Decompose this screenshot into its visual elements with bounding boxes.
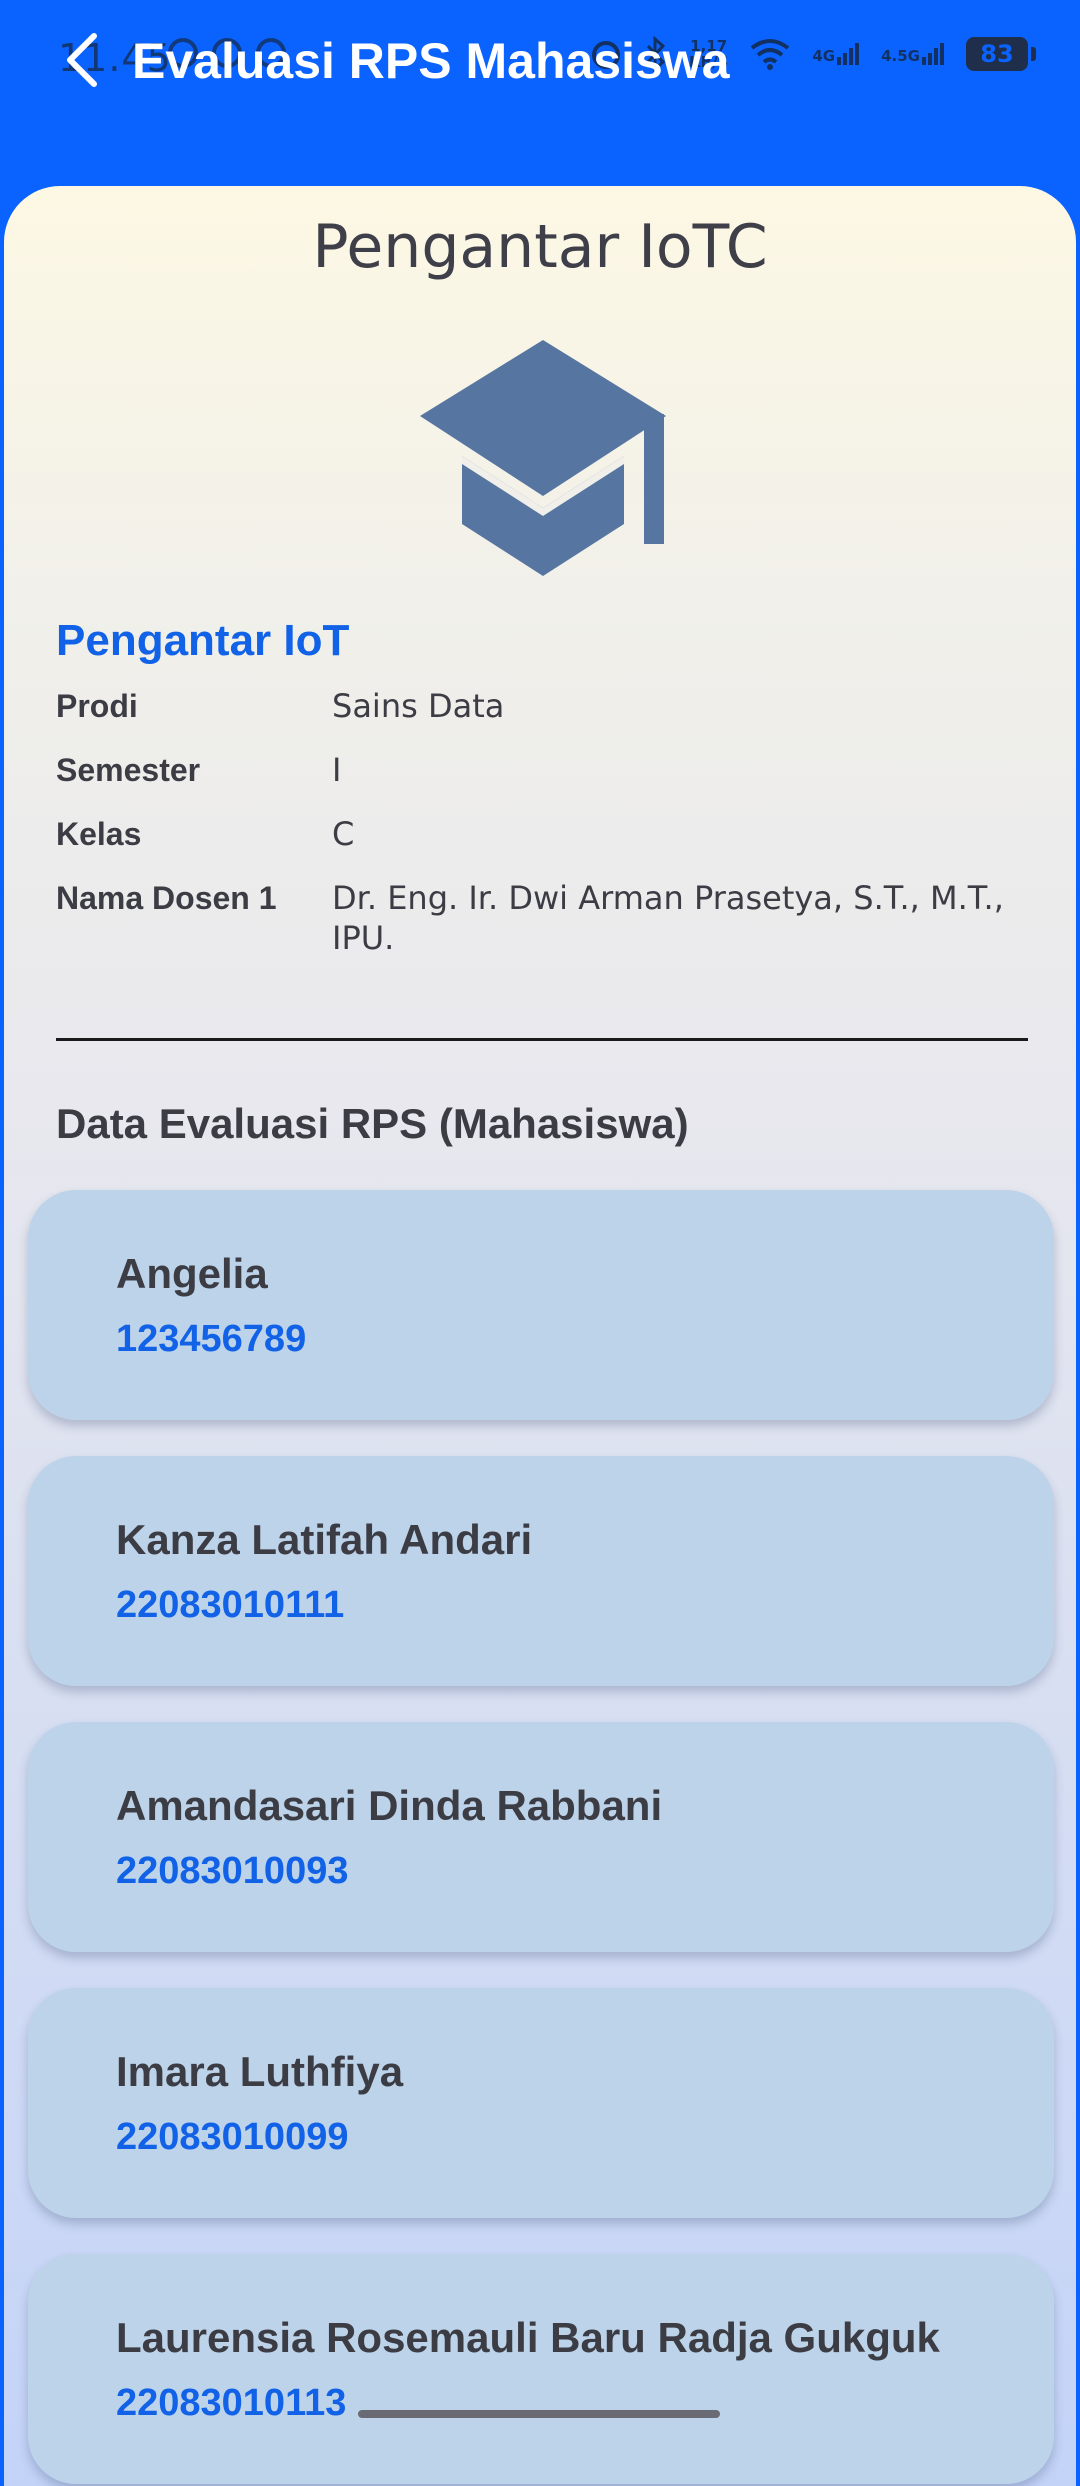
student-card[interactable]: Imara Luthfiya 22083010099 bbox=[28, 1988, 1054, 2218]
signal-2: 4.5G bbox=[881, 43, 944, 65]
course-header-title: Pengantar IoTC bbox=[312, 212, 768, 282]
student-name: Imara Luthfiya bbox=[116, 2048, 404, 2095]
student-id: 22083010111 bbox=[116, 1584, 345, 1626]
student-list: Angelia 123456789 Kanza Latifah Andari 2… bbox=[28, 1190, 1054, 2486]
student-id: 22083010093 bbox=[116, 1850, 349, 1892]
student-card[interactable]: Laurensia Rosemauli Baru Radja Gukguk 22… bbox=[28, 2254, 1054, 2484]
info-value: I bbox=[332, 751, 342, 789]
student-name: Kanza Latifah Andari bbox=[116, 1516, 533, 1563]
cell-signal-icon bbox=[837, 43, 860, 65]
info-value: Dr. Eng. Ir. Dwi Arman Prasetya, S.T., M… bbox=[332, 879, 1004, 957]
signal-2-label: 4.5G bbox=[881, 47, 920, 65]
info-label: Nama Dosen 1 bbox=[56, 880, 277, 916]
course-info: Prodi Sains Data Semester I Kelas C Nama… bbox=[56, 686, 1036, 982]
student-name: Angelia bbox=[116, 1250, 268, 1297]
info-row-semester: Semester I bbox=[56, 750, 1036, 790]
info-value: Sains Data bbox=[332, 687, 505, 725]
student-id: 123456789 bbox=[116, 1318, 307, 1360]
course-name: Pengantar IoT bbox=[56, 616, 350, 665]
home-indicator[interactable] bbox=[358, 2410, 720, 2418]
student-card[interactable]: Amandasari Dinda Rabbani 22083010093 bbox=[28, 1722, 1054, 1952]
student-card[interactable]: Kanza Latifah Andari 22083010111 bbox=[28, 1456, 1054, 1686]
app-bar-title: Evaluasi RPS Mahasiswa bbox=[132, 33, 730, 89]
info-label: Prodi bbox=[56, 688, 138, 724]
student-name: Amandasari Dinda Rabbani bbox=[116, 1782, 663, 1829]
wifi-icon bbox=[751, 39, 790, 70]
info-row-kelas: Kelas C bbox=[56, 814, 1036, 854]
signal-1: 4G bbox=[812, 43, 860, 65]
student-card[interactable]: Angelia 123456789 bbox=[28, 1190, 1054, 1420]
section-title: Data Evaluasi RPS (Mahasiswa) bbox=[56, 1100, 689, 1147]
back-button[interactable] bbox=[52, 30, 112, 90]
content-sheet: Pengantar IoTC Pengantar IoT Prodi Sains… bbox=[4, 186, 1076, 2486]
info-row-dosen: Nama Dosen 1 Dr. Eng. Ir. Dwi Arman Pras… bbox=[56, 878, 1036, 958]
info-value: C bbox=[332, 815, 355, 853]
info-row-prodi: Prodi Sains Data bbox=[56, 686, 1036, 726]
student-id: 22083010099 bbox=[116, 2116, 349, 2158]
graduation-cap-icon bbox=[420, 340, 666, 576]
divider bbox=[56, 1038, 1028, 1041]
battery-icon: 83 bbox=[966, 37, 1036, 71]
info-label: Kelas bbox=[56, 816, 142, 852]
student-id: 22083010113 bbox=[116, 2382, 347, 2424]
signal-1-label: 4G bbox=[812, 47, 836, 65]
cell-signal-icon bbox=[922, 43, 944, 65]
chevron-left-icon bbox=[67, 33, 97, 87]
info-label: Semester bbox=[56, 752, 201, 788]
student-name: Laurensia Rosemauli Baru Radja Gukguk bbox=[116, 2314, 940, 2361]
